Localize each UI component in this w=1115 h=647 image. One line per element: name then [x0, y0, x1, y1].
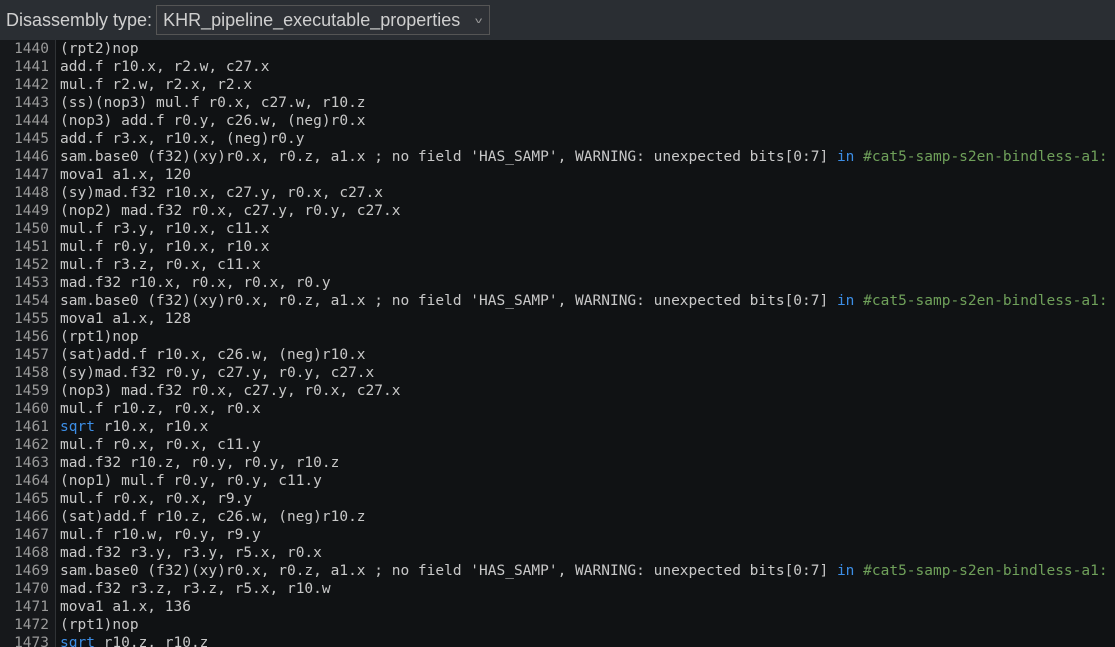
code-line: (rpt2)nop	[60, 40, 1115, 58]
code-line: (nop2) mad.f32 r0.x, c27.y, r0.y, c27.x	[60, 202, 1115, 220]
line-number: 1468	[6, 544, 49, 562]
code-line: sqrt r10.z, r10.z	[60, 634, 1115, 647]
line-number: 1446	[6, 148, 49, 166]
line-number: 1455	[6, 310, 49, 328]
line-gutter: 1440144114421443144414451446144714481449…	[0, 40, 56, 647]
code-line: mul.f r0.y, r10.x, r10.x	[60, 238, 1115, 256]
line-number: 1441	[6, 58, 49, 76]
keyword: sqrt	[60, 635, 95, 647]
line-number: 1448	[6, 184, 49, 202]
comment: #cat5-samp-s2en-bindless-a1: 0x6 vs 0x0	[854, 563, 1115, 579]
code-line: add.f r10.x, r2.w, c27.x	[60, 58, 1115, 76]
code-line: mad.f32 r10.x, r0.x, r0.x, r0.y	[60, 274, 1115, 292]
code-text: r10.z, r10.z	[95, 635, 209, 647]
line-number: 1465	[6, 490, 49, 508]
code-line: (nop3) mad.f32 r0.x, c27.y, r0.x, c27.x	[60, 382, 1115, 400]
line-number: 1440	[6, 40, 49, 58]
line-number: 1450	[6, 220, 49, 238]
line-number: 1454	[6, 292, 49, 310]
code-line: (sat)add.f r10.z, c26.w, (neg)r10.z	[60, 508, 1115, 526]
line-number: 1443	[6, 94, 49, 112]
line-number: 1444	[6, 112, 49, 130]
line-number: 1464	[6, 472, 49, 490]
line-number: 1471	[6, 598, 49, 616]
code-line: (sy)mad.f32 r10.x, c27.y, r0.x, c27.x	[60, 184, 1115, 202]
code-line: mul.f r3.y, r10.x, c11.x	[60, 220, 1115, 238]
line-number: 1459	[6, 382, 49, 400]
line-number: 1473	[6, 634, 49, 647]
line-number: 1467	[6, 526, 49, 544]
code-line: mad.f32 r3.z, r3.z, r5.x, r10.w	[60, 580, 1115, 598]
code-line: mul.f r10.w, r0.y, r9.y	[60, 526, 1115, 544]
keyword: in	[837, 293, 854, 309]
code-line: mul.f r3.z, r0.x, c11.x	[60, 256, 1115, 274]
code-line: sam.base0 (f32)(xy)r0.x, r0.z, a1.x ; no…	[60, 292, 1115, 310]
code-line: mad.f32 r3.y, r3.y, r5.x, r0.x	[60, 544, 1115, 562]
code-line: mova1 a1.x, 120	[60, 166, 1115, 184]
line-number: 1466	[6, 508, 49, 526]
keyword: sqrt	[60, 419, 95, 435]
code-line: (rpt1)nop	[60, 616, 1115, 634]
code-area: 1440144114421443144414451446144714481449…	[0, 40, 1115, 647]
comment: #cat5-samp-s2en-bindless-a1: 0x6 vs 0x0	[854, 293, 1115, 309]
code-line: sam.base0 (f32)(xy)r0.x, r0.z, a1.x ; no…	[60, 562, 1115, 580]
code-body[interactable]: (rpt2)nopadd.f r10.x, r2.w, c27.xmul.f r…	[56, 40, 1115, 647]
code-text: r10.x, r10.x	[95, 419, 209, 435]
line-number: 1461	[6, 418, 49, 436]
line-number: 1445	[6, 130, 49, 148]
disassembly-type-label: Disassembly type:	[6, 10, 152, 31]
code-text: sam.base0 (f32)(xy)r0.x, r0.z, a1.x ; no…	[60, 293, 837, 309]
line-number: 1460	[6, 400, 49, 418]
code-line: sqrt r10.x, r10.x	[60, 418, 1115, 436]
keyword: in	[837, 149, 854, 165]
code-line: add.f r3.x, r10.x, (neg)r0.y	[60, 130, 1115, 148]
code-line: mova1 a1.x, 128	[60, 310, 1115, 328]
code-line: (sy)mad.f32 r0.y, c27.y, r0.y, c27.x	[60, 364, 1115, 382]
code-line: (ss)(nop3) mul.f r0.x, c27.w, r10.z	[60, 94, 1115, 112]
code-line: (nop1) mul.f r0.y, r0.y, c11.y	[60, 472, 1115, 490]
code-line: mova1 a1.x, 136	[60, 598, 1115, 616]
line-number: 1442	[6, 76, 49, 94]
disassembly-type-select[interactable]: KHR_pipeline_executable_properties	[156, 5, 490, 35]
line-number: 1458	[6, 364, 49, 382]
code-line: (rpt1)nop	[60, 328, 1115, 346]
code-line: (sat)add.f r10.x, c26.w, (neg)r10.x	[60, 346, 1115, 364]
line-number: 1463	[6, 454, 49, 472]
code-text: sam.base0 (f32)(xy)r0.x, r0.z, a1.x ; no…	[60, 563, 837, 579]
line-number: 1469	[6, 562, 49, 580]
disassembly-type-select-wrap: KHR_pipeline_executable_properties	[156, 5, 490, 35]
code-line: sam.base0 (f32)(xy)r0.x, r0.z, a1.x ; no…	[60, 148, 1115, 166]
code-line: mul.f r10.z, r0.x, r0.x	[60, 400, 1115, 418]
line-number: 1451	[6, 238, 49, 256]
line-number: 1447	[6, 166, 49, 184]
keyword: in	[837, 563, 854, 579]
code-line: mul.f r0.x, r0.x, r9.y	[60, 490, 1115, 508]
line-number: 1452	[6, 256, 49, 274]
line-number: 1449	[6, 202, 49, 220]
code-text: sam.base0 (f32)(xy)r0.x, r0.z, a1.x ; no…	[60, 149, 837, 165]
code-line: mad.f32 r10.z, r0.y, r0.y, r10.z	[60, 454, 1115, 472]
toolbar: Disassembly type: KHR_pipeline_executabl…	[0, 0, 1115, 40]
line-number: 1462	[6, 436, 49, 454]
line-number: 1456	[6, 328, 49, 346]
comment: #cat5-samp-s2en-bindless-a1: 0x6 vs 0x0	[854, 149, 1115, 165]
code-line: mul.f r0.x, r0.x, c11.y	[60, 436, 1115, 454]
line-number: 1472	[6, 616, 49, 634]
line-number: 1470	[6, 580, 49, 598]
line-number: 1453	[6, 274, 49, 292]
code-line: mul.f r2.w, r2.x, r2.x	[60, 76, 1115, 94]
line-number: 1457	[6, 346, 49, 364]
code-line: (nop3) add.f r0.y, c26.w, (neg)r0.x	[60, 112, 1115, 130]
